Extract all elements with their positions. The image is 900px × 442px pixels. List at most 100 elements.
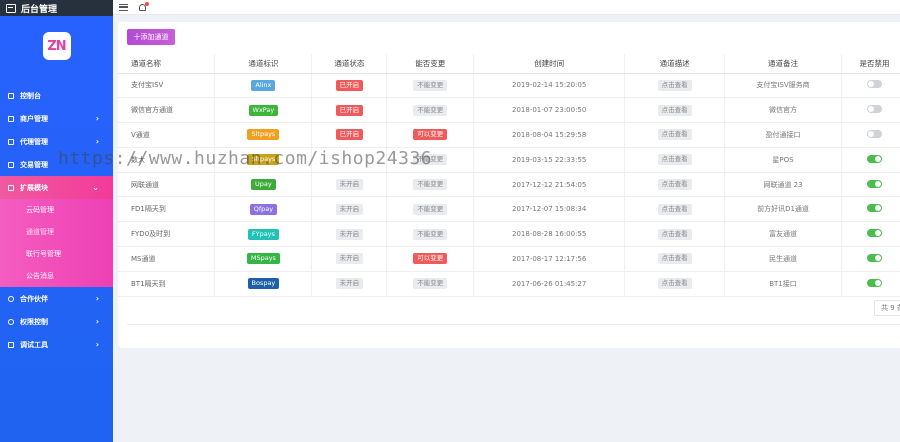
channel-name: MS通道 [118,246,216,272]
submenu-item-cloud-code[interactable]: 云码管理 [0,199,113,221]
channel-name: 数大 [118,147,216,173]
toggle-cell [841,221,900,248]
sidebar-item-permissions[interactable]: 权限控制 › [0,310,113,333]
column-header: 通道标识 [214,54,313,74]
submenu-item-bank-codes[interactable]: 联行号管理 [0,243,113,265]
sidebar-item-agents[interactable]: 代理管理 › [0,130,113,153]
change-badge: 可以变更 [413,253,448,265]
change-badge: 不能变更 [413,228,448,240]
change-cell: 可以变更 [386,122,475,148]
menu-toggle-icon[interactable] [119,3,128,11]
change-cell: 不能变更 [386,196,475,223]
sidebar-item-label: 权限控制 [20,317,48,326]
channel-code-cell: FYpays [214,221,313,248]
table-row: 数大 Sltpays 不能变更 2019-03-15 22:33:55 点击查看 星POS [118,147,900,173]
table-row: 支付宝ISV Alinx 已开启 不能变更 2019-02-14 15:20:05 点击查… [118,73,900,99]
view-description-button[interactable]: 点击查看 [657,179,692,191]
channel-name-text: FYD0及时到 [131,230,171,239]
channel-code-cell: MSpays [214,246,313,272]
table-row: V通道 Sltpays 已开启 可以变更 2018-08-04 15:29:58 点击查看… [118,122,900,148]
list-icon [8,184,14,191]
view-description-button[interactable]: 点击查看 [657,129,692,141]
extensions-submenu: 云码管理 通道管理 联行号管理 公告消息 [0,199,113,287]
enable-toggle[interactable] [866,154,882,163]
created-time: 2017-12-12 21:54:05 [473,172,626,198]
channel-name: FD1隔天到 [118,196,216,223]
enable-toggle[interactable] [866,105,882,114]
enable-toggle[interactable] [866,278,882,287]
card-divider [127,324,900,325]
view-description-button[interactable]: 点击查看 [657,104,692,116]
logo-mark: ZN [47,38,66,54]
channel-code-tag: Sltpays [247,129,280,141]
column-header: 通道名称 [118,54,216,74]
column-header: 是否禁用 [841,54,900,74]
desc-cell: 点击查看 [624,246,726,272]
sidebar-item-label: 扩展模块 [20,183,48,192]
channel-status-cell [311,147,388,173]
sidebar-item-debug-tools[interactable]: 调试工具 › [0,333,113,356]
sidebar-item-dashboard[interactable]: 控制台 [0,84,113,107]
status-badge: 已开启 [335,79,364,91]
channel-name-text: BT1隔天到 [131,279,166,288]
sidebar-item-extensions[interactable]: 扩展模块 ⌄ [0,176,113,199]
channel-code-cell: Alinx [214,73,313,99]
enable-toggle[interactable] [866,204,882,213]
channel-name: 微信官方通道 [118,97,216,124]
desc-cell: 点击查看 [624,196,726,223]
channel-code-cell: Qfpay [214,196,313,223]
notifications-button[interactable] [138,1,149,12]
top-bar [113,0,900,15]
channel-name-text: MS通道 [131,254,156,263]
enable-toggle[interactable] [866,129,882,138]
desc-cell: 点击查看 [624,122,726,148]
view-description-button[interactable]: 点击查看 [657,203,692,215]
channel-name: V通道 [118,122,216,148]
enable-toggle[interactable] [866,253,882,262]
submenu-item-channels[interactable]: 通道管理 [0,221,113,243]
channel-status-cell: 未开启 [311,196,388,223]
chevron-right-icon: › [95,137,99,146]
status-badge: 未开启 [335,179,364,191]
sidebar-item-label: 控制台 [20,91,41,100]
status-badge: 未开启 [335,278,364,290]
change-badge: 不能变更 [413,104,448,116]
enable-toggle[interactable] [866,229,882,238]
add-channel-button[interactable]: 十添加通道 [127,29,175,45]
view-description-button[interactable]: 点击查看 [657,79,692,91]
view-description-button[interactable]: 点击查看 [657,253,692,265]
channel-remark: 微信官方 [724,97,842,124]
desc-cell: 点击查看 [624,172,726,198]
view-description-button[interactable]: 点击查看 [657,154,692,166]
channel-status-cell: 已开启 [311,73,388,99]
table-row: 微信官方通道 WxPay 已开启 不能变更 2018-01-07 23:00:50 点击查… [118,97,900,124]
channel-code-cell: WxPay [214,97,313,124]
enable-toggle[interactable] [866,80,882,89]
channel-name-text: 网联通道 [131,180,159,189]
created-time: 2017-12-07 15:08:34 [473,196,626,223]
table-row: MS通道 MSpays 未开启 可以变更 2017-08-17 12:17:56 点击查看… [118,246,900,272]
table-row: 网联通道 Upay 未开启 不能变更 2017-12-12 21:54:05 点击查看 网联… [118,172,900,198]
sidebar-item-partners[interactable]: 合作伙伴 › [0,287,113,310]
created-time: 2018-08-04 15:29:58 [473,122,626,148]
view-description-button[interactable]: 点击查看 [657,228,692,240]
channel-code-tag: Qfpay [249,203,278,215]
table-row: FYD0及时到 FYpays 未开启 不能变更 2018-08-28 16:00:55 点… [118,221,900,248]
logo[interactable]: ZN [42,32,71,60]
change-cell: 不能变更 [386,221,475,248]
sidebar-item-merchants[interactable]: 商户管理 › [0,107,113,130]
sidebar-item-transactions[interactable]: 交易管理 [0,153,113,176]
table-row: BT1隔天到 Bospay 未开启 不能变更 2017-06-26 01:45:27 点击… [118,271,900,297]
table-body: 支付宝ISV Alinx 已开启 不能变更 2019-02-14 15:20:05 点击查… [118,73,900,297]
gear-icon [8,318,14,325]
submenu-item-announcements[interactable]: 公告消息 [0,265,113,287]
channel-status-cell: 未开启 [311,172,388,198]
channel-name-text: FD1隔天到 [131,205,166,214]
channel-status-cell: 已开启 [311,97,388,124]
change-badge: 可以变更 [413,129,448,141]
store-icon [6,3,16,13]
chevron-right-icon: › [95,340,99,349]
created-time: 2018-08-28 16:00:55 [473,221,626,248]
view-description-button[interactable]: 点击查看 [657,278,692,290]
enable-toggle[interactable] [866,179,882,188]
